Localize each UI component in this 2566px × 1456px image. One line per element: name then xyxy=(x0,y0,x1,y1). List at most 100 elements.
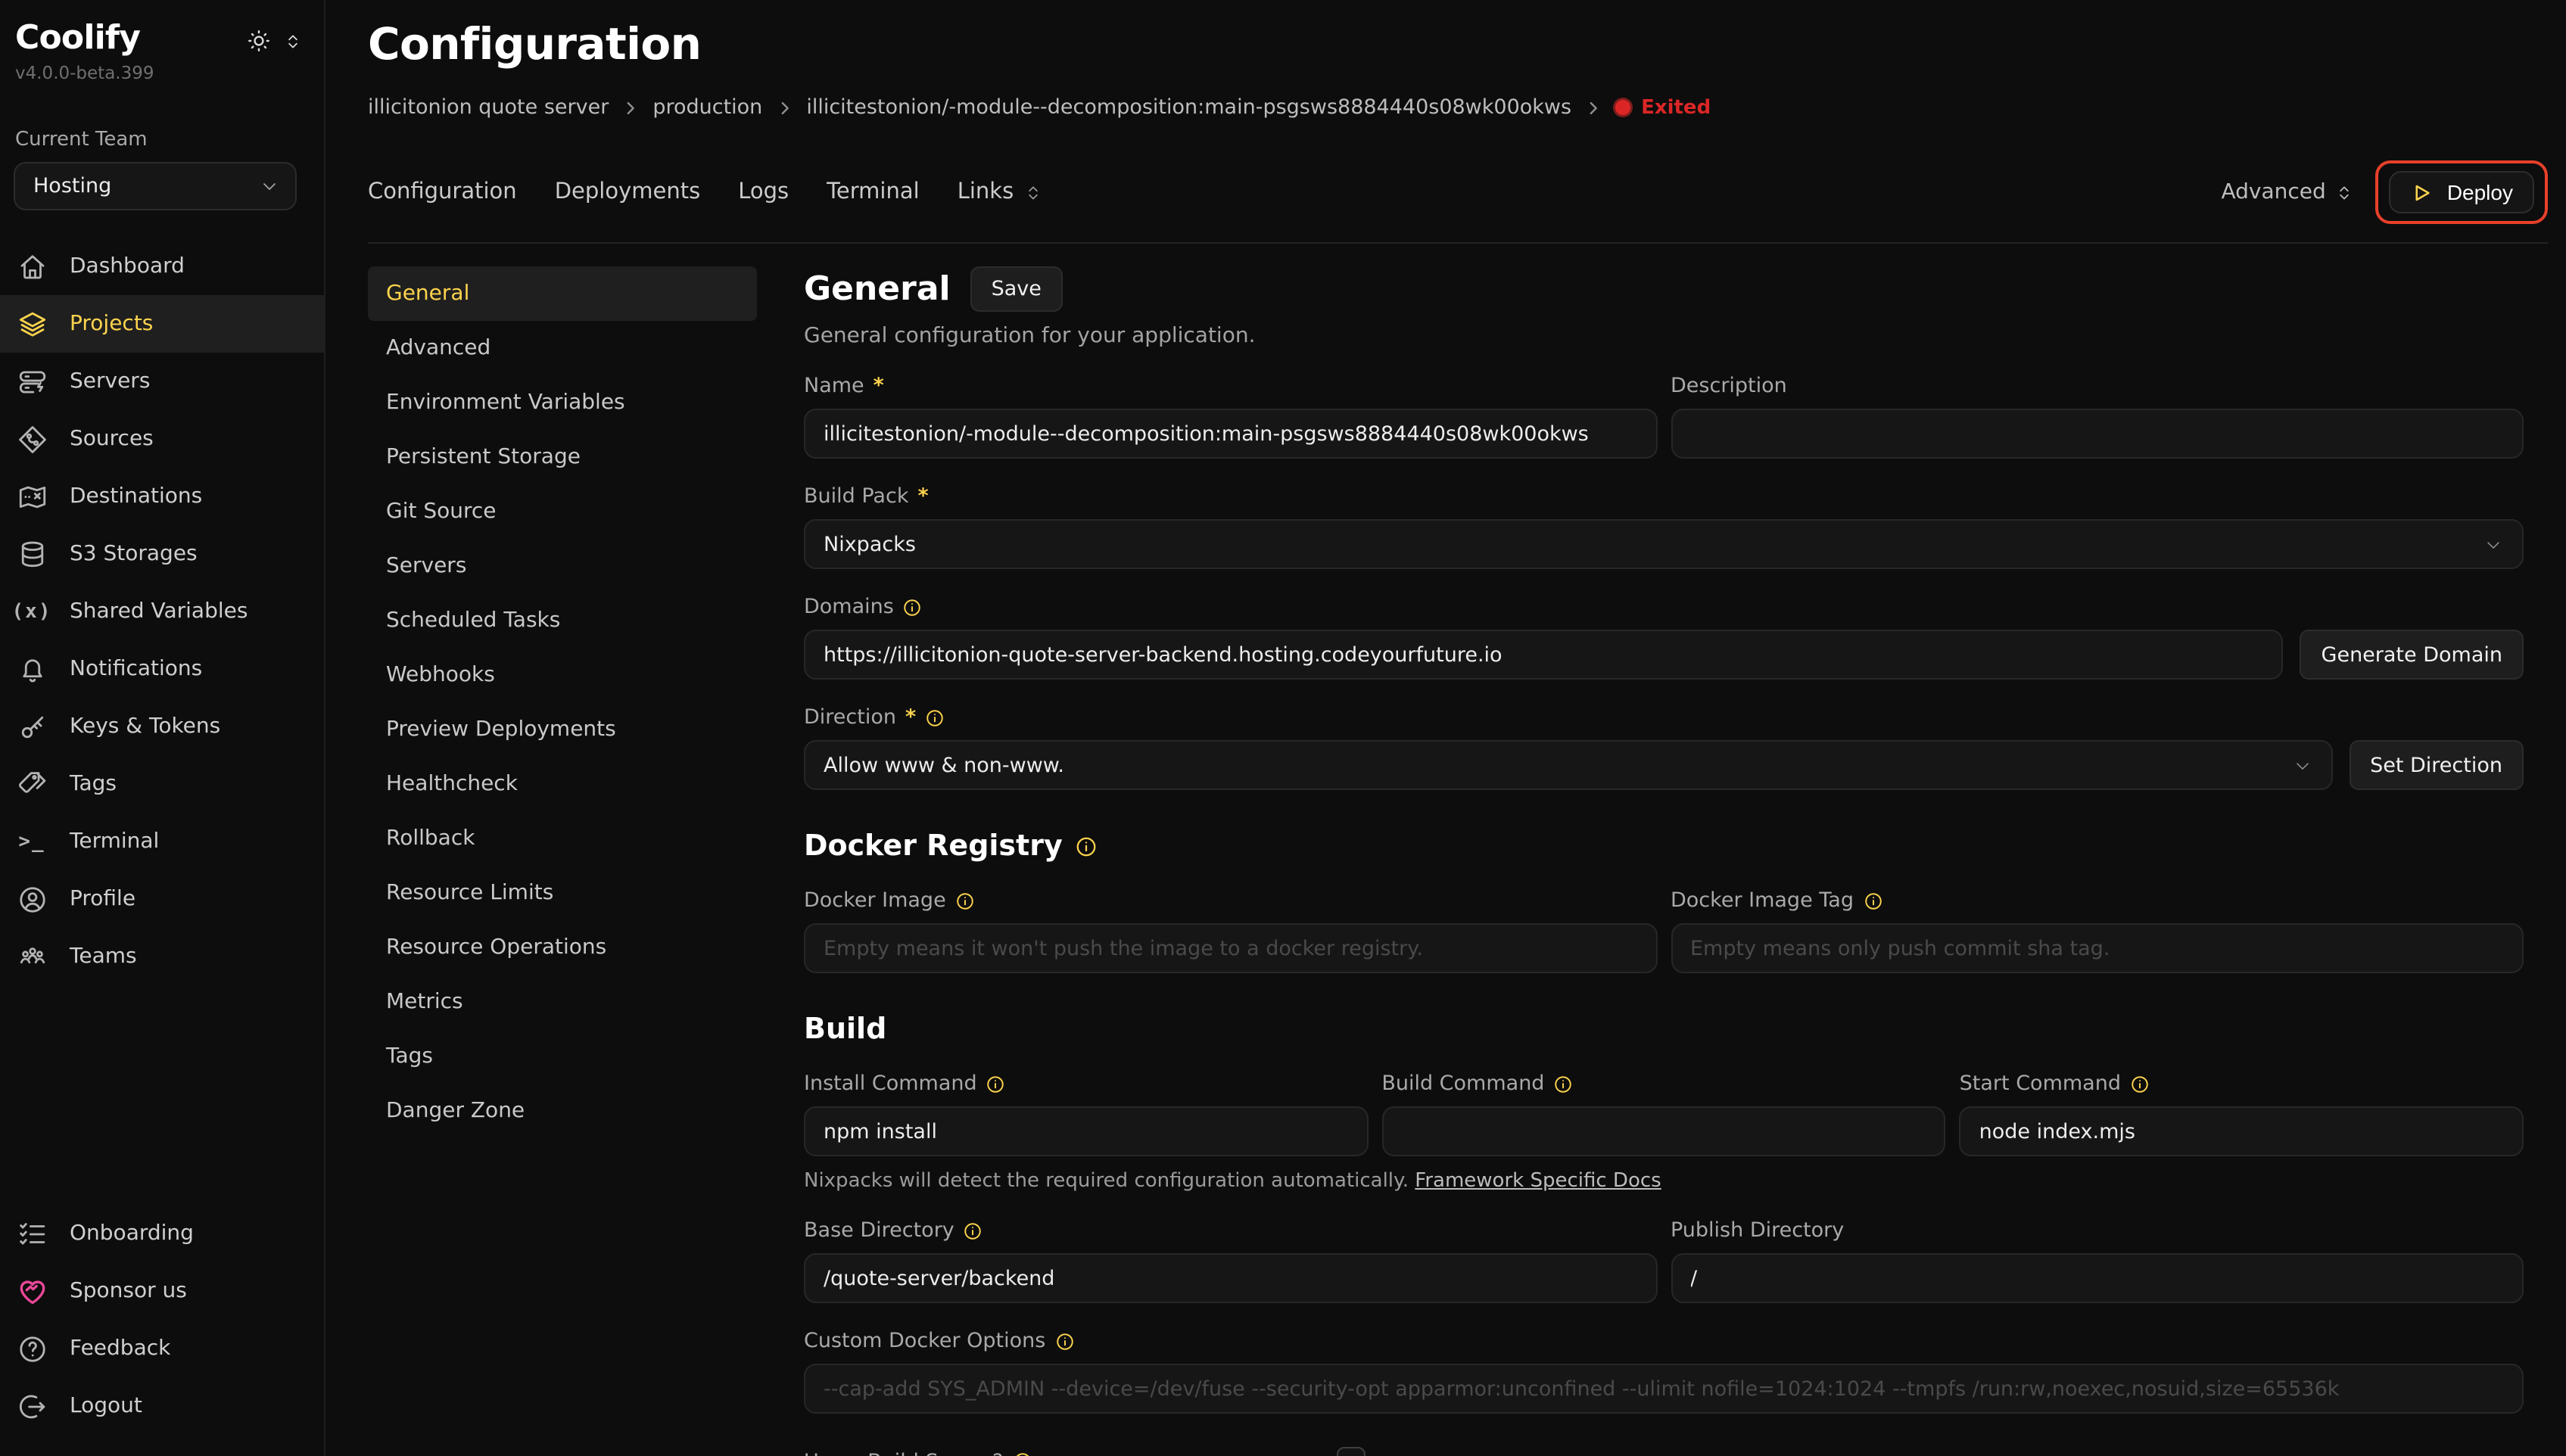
install-command-label: Install Command xyxy=(804,1072,977,1096)
theme-toggle-sun-icon[interactable] xyxy=(245,27,272,54)
subnav-item-persistent-storage[interactable]: Persistent Storage xyxy=(368,430,757,484)
subnav-item-metrics[interactable]: Metrics xyxy=(368,975,757,1029)
subnav-item-resource-operations[interactable]: Resource Operations xyxy=(368,920,757,975)
framework-docs-link[interactable]: Framework Specific Docs xyxy=(1415,1170,1661,1193)
map-icon xyxy=(15,480,48,513)
build-command-input[interactable] xyxy=(1381,1106,1945,1156)
info-icon xyxy=(955,891,975,910)
tab-links[interactable]: Links xyxy=(958,180,1043,204)
build-server-checkbox[interactable] xyxy=(1337,1447,1366,1456)
tab-configuration[interactable]: Configuration xyxy=(368,180,517,204)
set-direction-button[interactable]: Set Direction xyxy=(2349,740,2524,790)
docker-image-input[interactable] xyxy=(804,923,1657,973)
sidebar-item-notifications[interactable]: Notifications xyxy=(0,640,324,698)
subnav-item-preview-deployments[interactable]: Preview Deployments xyxy=(368,702,757,757)
sidebar-item-sponsor-us[interactable]: Sponsor us xyxy=(0,1262,324,1320)
deploy-highlight-box: Deploy xyxy=(2376,160,2548,224)
base-directory-input[interactable] xyxy=(804,1253,1657,1303)
breadcrumb-application[interactable]: illicitestonion/-module--decomposition:m… xyxy=(806,95,1571,120)
docker-registry-heading: Docker Registry xyxy=(804,829,1063,863)
subnav-item-webhooks[interactable]: Webhooks xyxy=(368,648,757,702)
build-command-label: Build Command xyxy=(1381,1072,1544,1096)
subnav-item-resource-limits[interactable]: Resource Limits xyxy=(368,866,757,920)
status-dot-icon xyxy=(1615,100,1630,115)
sidebar-nav: Dashboard Projects Servers Sources xyxy=(0,238,324,985)
tab-logs[interactable]: Logs xyxy=(738,180,789,204)
info-icon xyxy=(1012,1451,1032,1456)
sidebar-item-sources[interactable]: Sources xyxy=(0,410,324,468)
subnav-item-advanced[interactable]: Advanced xyxy=(368,321,757,375)
main-area: Configuration illicitonion quote server … xyxy=(325,0,2566,1456)
start-command-input[interactable] xyxy=(1960,1106,2524,1156)
general-settings-form: General Save General configuration for y… xyxy=(804,266,2524,1456)
sidebar-item-terminal[interactable]: >_ Terminal xyxy=(0,813,324,870)
subnav-item-environment-variables[interactable]: Environment Variables xyxy=(368,375,757,430)
domains-input[interactable] xyxy=(804,630,2284,680)
current-team-label: Current Team xyxy=(0,83,324,162)
theme-select-chevrons-icon[interactable] xyxy=(283,31,303,51)
sidebar-item-label: Profile xyxy=(70,887,135,911)
subnav-item-healthcheck[interactable]: Healthcheck xyxy=(368,757,757,811)
tab-divider xyxy=(368,242,2548,244)
status-badge: Exited xyxy=(1615,96,1711,119)
info-icon xyxy=(1553,1074,1573,1094)
sidebar-item-projects[interactable]: Projects xyxy=(0,295,324,353)
breadcrumb-project[interactable]: illicitonion quote server xyxy=(368,95,609,120)
sidebar-item-s3-storages[interactable]: S3 Storages xyxy=(0,525,324,583)
sidebar-item-label: Servers xyxy=(70,369,150,394)
deploy-button[interactable]: Deploy xyxy=(2390,171,2534,213)
sidebar-item-tags[interactable]: Tags xyxy=(0,755,324,813)
docker-image-tag-input[interactable] xyxy=(1671,923,2524,973)
name-label: Name xyxy=(804,374,864,398)
sidebar-item-onboarding[interactable]: Onboarding xyxy=(0,1205,324,1262)
install-command-input[interactable] xyxy=(804,1106,1368,1156)
profile-icon xyxy=(15,882,48,916)
sidebar-item-dashboard[interactable]: Dashboard xyxy=(0,238,324,295)
sidebar-item-teams[interactable]: Teams xyxy=(0,928,324,985)
sidebar-item-keys-tokens[interactable]: Keys & Tokens xyxy=(0,698,324,755)
info-icon xyxy=(925,708,945,727)
subnav-item-rollback[interactable]: Rollback xyxy=(368,811,757,866)
subnav-item-git-source[interactable]: Git Source xyxy=(368,484,757,539)
advanced-dropdown[interactable]: Advanced xyxy=(2222,180,2355,204)
sidebar-item-destinations[interactable]: Destinations xyxy=(0,468,324,525)
sidebar-item-profile[interactable]: Profile xyxy=(0,870,324,928)
subnav-item-general[interactable]: General xyxy=(368,266,757,321)
chevron-right-icon xyxy=(622,99,639,116)
tab-bar: Configuration Deployments Logs Terminal … xyxy=(368,160,2548,224)
tab-deployments[interactable]: Deployments xyxy=(555,180,701,204)
description-input[interactable] xyxy=(1671,409,2524,459)
info-icon xyxy=(1054,1331,1074,1351)
team-select-value: Hosting xyxy=(33,174,111,198)
sidebar-item-label: Sources xyxy=(70,427,154,451)
subnav-item-scheduled-tasks[interactable]: Scheduled Tasks xyxy=(368,593,757,648)
subnav-item-servers[interactable]: Servers xyxy=(368,539,757,593)
logout-icon xyxy=(15,1389,48,1423)
nixpacks-note: Nixpacks will detect the required config… xyxy=(804,1170,1409,1193)
home-icon xyxy=(15,250,48,283)
section-subtitle: General configuration for your applicati… xyxy=(804,324,2524,348)
tab-terminal[interactable]: Terminal xyxy=(827,180,920,204)
sidebar-item-shared-variables[interactable]: (x) Shared Variables xyxy=(0,583,324,640)
build-pack-select[interactable]: Nixpacks xyxy=(804,519,2524,569)
save-button[interactable]: Save xyxy=(970,266,1063,312)
sidebar-item-servers[interactable]: Servers xyxy=(0,353,324,410)
sidebar-item-label: Logout xyxy=(70,1394,142,1418)
subnav-item-danger-zone[interactable]: Danger Zone xyxy=(368,1084,757,1138)
breadcrumb: illicitonion quote server production ill… xyxy=(368,95,2548,120)
required-asterisk: * xyxy=(873,374,884,398)
sidebar-item-logout[interactable]: Logout xyxy=(0,1377,324,1435)
deploy-label: Deploy xyxy=(2447,180,2513,204)
generate-domain-button[interactable]: Generate Domain xyxy=(2300,630,2524,680)
breadcrumb-environment[interactable]: production xyxy=(652,95,762,120)
direction-select[interactable]: Allow www & non-www. xyxy=(804,740,2332,790)
sidebar-item-feedback[interactable]: Feedback xyxy=(0,1320,324,1377)
name-input[interactable] xyxy=(804,409,1657,459)
publish-directory-input[interactable] xyxy=(1671,1253,2524,1303)
app-logo[interactable]: Coolify xyxy=(15,21,140,58)
custom-docker-options-input[interactable] xyxy=(804,1364,2524,1414)
sidebar-item-label: Teams xyxy=(70,944,137,969)
subnav-item-tags[interactable]: Tags xyxy=(368,1029,757,1084)
team-select[interactable]: Hosting xyxy=(14,162,297,210)
variable-icon: (x) xyxy=(15,595,48,628)
